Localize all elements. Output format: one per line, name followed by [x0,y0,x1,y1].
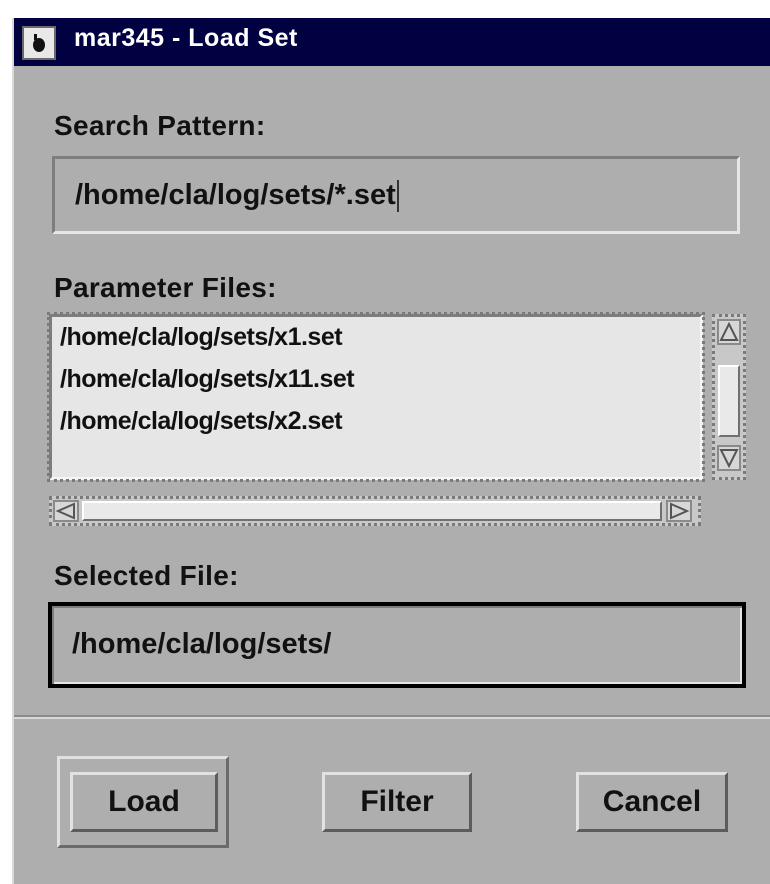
scroll-right-button[interactable] [666,500,692,522]
vertical-scroll-thumb[interactable] [718,365,740,437]
selected-file-value: /home/cla/log/sets/ [72,628,332,660]
list-item[interactable]: /home/cla/log/sets/x11.set [60,365,355,394]
window-title: mar345 - Load Set [74,24,298,52]
selected-file-label: Selected File: [54,560,239,591]
arrow-left-icon [55,502,75,520]
arrow-up-icon [719,321,739,341]
list-item[interactable]: /home/cla/log/sets/x1.set [60,323,343,352]
load-set-dialog: mar345 - Load Set Search Pattern: /home/… [12,18,770,884]
vertical-scrollbar[interactable] [712,314,746,480]
selected-file-input[interactable]: /home/cla/log/sets/ [48,602,746,688]
parameter-files-list[interactable]: /home/cla/log/sets/x1.set /home/cla/log/… [47,312,705,482]
text-cursor [396,180,399,213]
list-item[interactable]: /home/cla/log/sets/x2.set [60,407,343,436]
load-button[interactable]: Load [70,772,218,832]
horizontal-scrollbar[interactable] [49,496,701,526]
search-pattern-label: Search Pattern: [54,110,266,141]
filter-button[interactable]: Filter [322,772,472,832]
search-pattern-input[interactable]: /home/cla/log/sets/*.set [52,156,740,234]
parameter-files-label: Parameter Files: [54,272,277,303]
search-pattern-value: /home/cla/log/sets/*.set [75,179,396,211]
arrow-right-icon [670,502,690,520]
title-bar[interactable]: mar345 - Load Set [14,18,770,66]
button-separator [14,715,770,719]
app-icon[interactable] [22,26,56,60]
arrow-down-icon [719,449,739,469]
scroll-left-button[interactable] [53,500,79,522]
scroll-down-button[interactable] [717,445,741,471]
cancel-button[interactable]: Cancel [576,772,728,832]
horizontal-scroll-thumb[interactable] [82,501,662,521]
scroll-up-button[interactable] [717,319,741,345]
app-glyph-icon [28,32,50,54]
